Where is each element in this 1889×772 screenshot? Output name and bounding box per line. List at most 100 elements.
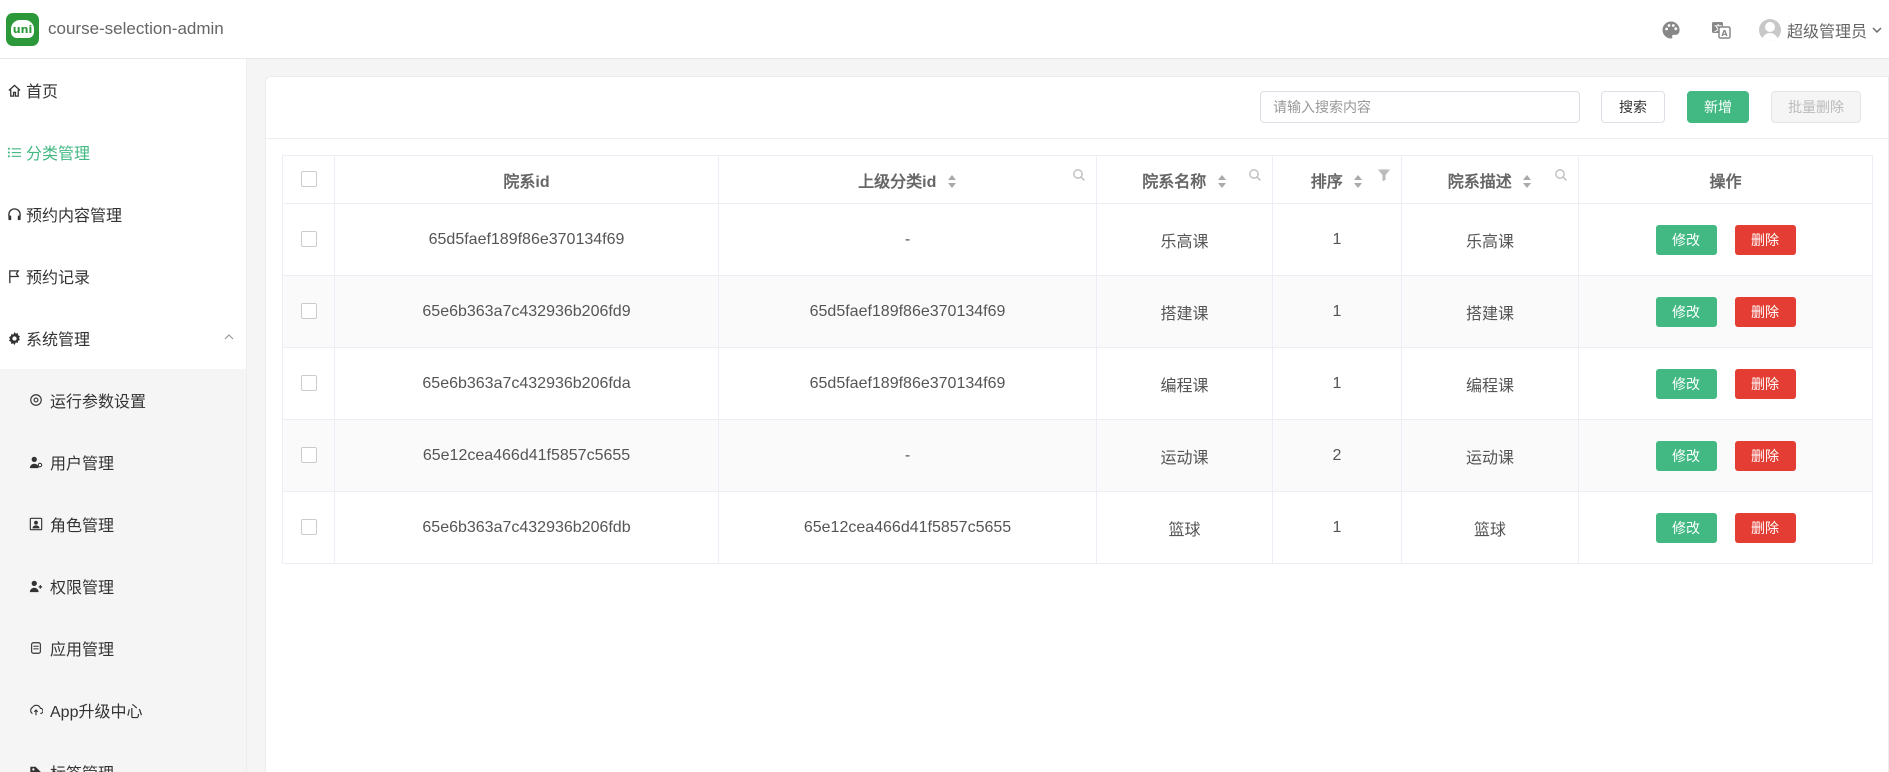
cell-parent-id: -	[718, 203, 1097, 276]
sidebar-item-label: App升级中心	[50, 704, 143, 721]
search-input[interactable]	[1260, 91, 1580, 123]
cell-id: 65e6b363a7c432936b206fdb	[334, 491, 719, 564]
upgrade-icon	[28, 702, 44, 718]
sidebar-item-home[interactable]: 首页	[0, 59, 246, 121]
column-label: 排序	[1310, 173, 1343, 191]
sidebar-item-booking-content[interactable]: 预约内容管理	[0, 183, 246, 245]
flag-icon	[6, 268, 22, 284]
gear-icon	[6, 330, 22, 346]
palette-icon[interactable]	[1659, 18, 1683, 42]
sidebar-item-permissions[interactable]: 权限管理	[0, 555, 246, 617]
sort-icon[interactable]	[947, 175, 957, 189]
sidebar-item-label: 角色管理	[50, 518, 115, 535]
row-select-cell	[282, 275, 335, 348]
table-row: 65e12cea466d41f5857c5655 - 运动课 2 运动课 修改删…	[282, 419, 1873, 492]
sort-icon[interactable]	[1217, 175, 1227, 189]
app-title: course-selection-admin	[48, 19, 224, 38]
delete-button[interactable]: 删除	[1734, 368, 1796, 399]
sidebar-item-apps[interactable]: 应用管理	[0, 617, 246, 679]
cell-id: 65e6b363a7c432936b206fda	[334, 347, 719, 420]
tag-icon	[28, 764, 44, 772]
svg-text:A: A	[1721, 29, 1728, 38]
delete-button[interactable]: 删除	[1734, 296, 1796, 327]
row-select-cell	[282, 491, 335, 564]
column-label: 院系描述	[1447, 173, 1512, 191]
cell-sort: 1	[1272, 203, 1402, 276]
cell-actions: 修改 删除	[1578, 419, 1873, 492]
sidebar-item-label: 标签管理	[50, 760, 114, 772]
sidebar: 首页 分类管理 预约内容管理 预约记录 系统管理 运行参数设置 用户管理 角色管…	[0, 59, 247, 772]
settings-icon	[28, 392, 44, 408]
sidebar-item-label: 分类管理	[26, 146, 91, 163]
avatar	[1758, 18, 1781, 41]
row-checkbox[interactable]	[300, 303, 317, 320]
edit-button[interactable]: 修改	[1655, 368, 1717, 399]
sidebar-item-run-params[interactable]: 运行参数设置	[0, 369, 246, 431]
edit-button[interactable]: 修改	[1655, 224, 1717, 255]
sidebar-item-roles[interactable]: 角色管理	[0, 493, 246, 555]
sidebar-item-app-upgrade[interactable]: App升级中心	[0, 679, 246, 741]
row-select-cell	[282, 203, 335, 276]
cell-name: 搭建课	[1096, 275, 1273, 348]
translate-icon[interactable]: 文A	[1709, 18, 1733, 42]
delete-button[interactable]: 删除	[1734, 224, 1796, 255]
user-menu[interactable]: 超级管理员	[1758, 18, 1883, 42]
cell-desc: 篮球	[1401, 491, 1579, 564]
sidebar-item-tags[interactable]: 标签管理	[0, 741, 246, 772]
row-checkbox[interactable]	[300, 231, 317, 248]
edit-button[interactable]: 修改	[1655, 296, 1717, 327]
sort-icon[interactable]	[1353, 175, 1363, 189]
cell-actions: 修改 删除	[1578, 491, 1873, 564]
sidebar-item-category[interactable]: 分类管理	[0, 121, 246, 183]
cell-name: 篮球	[1096, 491, 1273, 564]
cell-id: 65d5faef189f86e370134f69	[334, 203, 719, 276]
sidebar-item-label: 权限管理	[50, 580, 115, 597]
chevron-down-icon	[1872, 27, 1882, 33]
edit-button[interactable]: 修改	[1655, 512, 1717, 543]
table-header-row: 院系id 上级分类id 院系名称 排序 院系描述 操作	[282, 155, 1873, 204]
sort-icon[interactable]	[1522, 175, 1532, 189]
cell-actions: 修改 删除	[1578, 203, 1873, 276]
logo-text: uni	[12, 22, 33, 36]
column-label: 上级分类id	[858, 173, 937, 191]
row-select-cell	[282, 347, 335, 420]
row-checkbox[interactable]	[300, 447, 317, 464]
user-icon	[28, 454, 44, 470]
column-header-desc[interactable]: 院系描述	[1401, 155, 1579, 204]
cell-sort: 1	[1272, 347, 1402, 420]
search-icon[interactable]	[1248, 168, 1262, 182]
cell-desc: 编程课	[1401, 347, 1579, 420]
sidebar-item-booking-records[interactable]: 预约记录	[0, 245, 246, 307]
table-row: 65d5faef189f86e370134f69 - 乐高课 1 乐高课 修改删…	[282, 203, 1873, 276]
row-checkbox[interactable]	[300, 519, 317, 536]
cell-desc: 乐高课	[1401, 203, 1579, 276]
sidebar-item-label: 预约记录	[26, 270, 91, 287]
permission-icon	[28, 578, 44, 594]
search-button[interactable]: 搜索	[1601, 91, 1665, 123]
cell-sort: 2	[1272, 419, 1402, 492]
sidebar-item-users[interactable]: 用户管理	[0, 431, 246, 493]
app-logo[interactable]: uni	[6, 12, 39, 46]
top-bar: uni course-selection-admin 文A 超级管理员	[0, 0, 1889, 59]
column-header-parent-id[interactable]: 上级分类id	[718, 155, 1097, 204]
table-row: 65e6b363a7c432936b206fd9 65d5faef189f86e…	[282, 275, 1873, 348]
cell-parent-id: 65e12cea466d41f5857c5655	[718, 491, 1097, 564]
sidebar-item-label: 应用管理	[50, 642, 115, 659]
delete-button[interactable]: 删除	[1734, 440, 1796, 471]
filter-icon[interactable]	[1377, 168, 1391, 182]
list-icon	[6, 144, 22, 160]
search-icon[interactable]	[1072, 168, 1086, 182]
column-header-name[interactable]: 院系名称	[1096, 155, 1273, 204]
add-button[interactable]: 新增	[1687, 91, 1749, 123]
column-header-id: 院系id	[334, 155, 719, 204]
search-icon[interactable]	[1554, 168, 1568, 182]
select-all-checkbox[interactable]	[300, 171, 317, 188]
edit-button[interactable]: 修改	[1655, 440, 1717, 471]
row-checkbox[interactable]	[300, 375, 317, 392]
batch-delete-button[interactable]: 批量删除	[1771, 91, 1861, 123]
cell-id: 65e12cea466d41f5857c5655	[334, 419, 719, 492]
column-header-sort[interactable]: 排序	[1272, 155, 1402, 204]
delete-button[interactable]: 删除	[1734, 512, 1796, 543]
user-name: 超级管理员	[1786, 23, 1867, 41]
sidebar-item-system[interactable]: 系统管理	[0, 307, 246, 369]
